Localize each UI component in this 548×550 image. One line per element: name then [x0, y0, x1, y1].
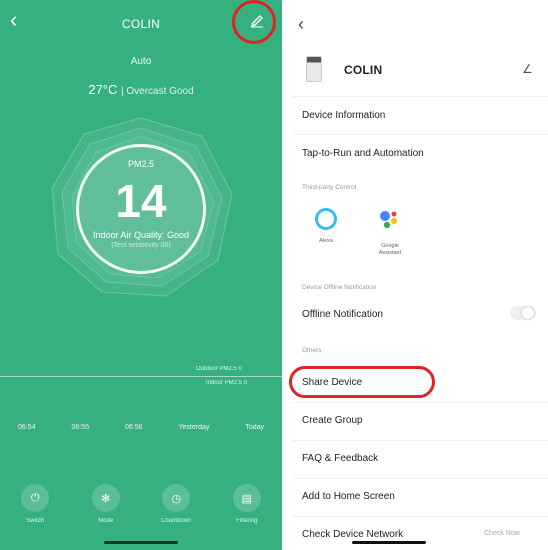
history-time-axis: 06:54 06:55 06:56 Yesterday Today: [0, 424, 282, 431]
add-to-home-screen-row[interactable]: Add to Home Screen: [302, 491, 395, 502]
time-label[interactable]: Today: [245, 424, 264, 431]
pm25-value: 14: [115, 175, 167, 227]
countdown-label: Countdown: [161, 518, 192, 524]
switch-label: Switch: [26, 518, 45, 524]
check-now-link[interactable]: Check Now: [484, 530, 520, 537]
tap-to-run-row[interactable]: Tap-to-Run and Automation: [302, 148, 424, 159]
mode-label[interactable]: Auto: [0, 56, 282, 67]
divider: [292, 402, 548, 403]
device-information-row[interactable]: Device Information: [302, 110, 385, 121]
divider: [292, 440, 548, 441]
toggle-knob: [522, 307, 534, 319]
device-name: COLIN: [344, 63, 383, 77]
pm25-label: PM2.5: [127, 159, 154, 169]
control-bar: ⏻ Switch ✻ Mode ◷ Countdown ▤ Filtering: [0, 484, 282, 524]
divider: [292, 516, 548, 517]
time-label[interactable]: Yesterday: [178, 424, 209, 431]
divider: [292, 478, 548, 479]
filtering-button[interactable]: ▤ Filtering: [219, 484, 275, 524]
timer-icon: ◷: [162, 484, 191, 512]
others-section-header: Others: [302, 347, 322, 354]
legend-outdoor-pm25: Outdoor PM2.5 0: [196, 366, 242, 372]
offline-notification-section: Device Offline Notification: [302, 284, 377, 291]
screenshot-root: ‹ COLIN Auto 27°C | Overcast Good PM2.5 …: [0, 0, 548, 550]
alexa-logo-icon: [315, 208, 337, 230]
time-label: 06:55: [71, 424, 90, 431]
highlight-circle-edit: [232, 0, 276, 44]
faq-feedback-row[interactable]: FAQ & Feedback: [302, 453, 378, 464]
home-indicator: [104, 541, 178, 544]
time-label: 06:56: [124, 424, 143, 431]
panel-divider: [282, 0, 292, 550]
check-device-network-row[interactable]: Check Device Network: [302, 529, 403, 540]
alexa-tile[interactable]: Alexa: [306, 208, 346, 245]
highlight-oval-share-device: [289, 366, 435, 398]
weather-temperature: 27°C: [88, 82, 118, 97]
mode-button[interactable]: ✻ Mode: [78, 484, 134, 524]
create-group-row[interactable]: Create Group: [302, 415, 363, 426]
third-party-control-header: Third-party Control: [302, 184, 357, 191]
legend-indoor-pm25: Indoor PM2.5 0: [206, 380, 248, 386]
device-thumbnail-icon: [306, 56, 322, 82]
power-icon: ⏻: [21, 484, 50, 512]
weather-readout: 27°C | Overcast Good: [0, 82, 282, 97]
google-assistant-tile[interactable]: Google Assistant: [370, 208, 410, 257]
filtering-label: Filtering: [236, 518, 258, 524]
offline-notification-row: Offline Notification: [302, 309, 383, 320]
edit-pencil-icon[interactable]: ∠: [522, 62, 533, 76]
pm25-gauge: PM2.5 14 Indoor Air Quality: Good (Test …: [46, 114, 236, 304]
weather-condition: | Overcast Good: [121, 86, 194, 97]
air-quality-subtext: (Test sensitivity 00): [111, 242, 171, 249]
offline-notification-toggle[interactable]: [510, 306, 536, 320]
back-arrow-icon[interactable]: ‹: [298, 14, 304, 35]
history-chart-line: [0, 376, 282, 377]
air-quality-text: Indoor Air Quality: Good: [92, 230, 190, 240]
fan-icon: ✻: [91, 484, 120, 512]
google-assistant-label: Google Assistant: [378, 243, 402, 256]
home-indicator: [352, 541, 426, 544]
device-control-screen: ‹ COLIN Auto 27°C | Overcast Good PM2.5 …: [0, 0, 282, 550]
countdown-button[interactable]: ◷ Countdown: [148, 484, 204, 524]
alexa-label: Alexa: [319, 238, 333, 244]
divider: [292, 134, 548, 135]
time-label: 06:54: [17, 424, 36, 431]
mode-button-label: Mode: [98, 518, 114, 524]
divider: [292, 96, 548, 97]
filter-icon: ▤: [232, 484, 261, 512]
google-assistant-logo-icon: [380, 211, 397, 229]
device-settings-screen: ‹ COLIN ∠ Device Information Tap-to-Run …: [289, 0, 548, 550]
switch-button[interactable]: ⏻ Switch: [7, 484, 63, 524]
